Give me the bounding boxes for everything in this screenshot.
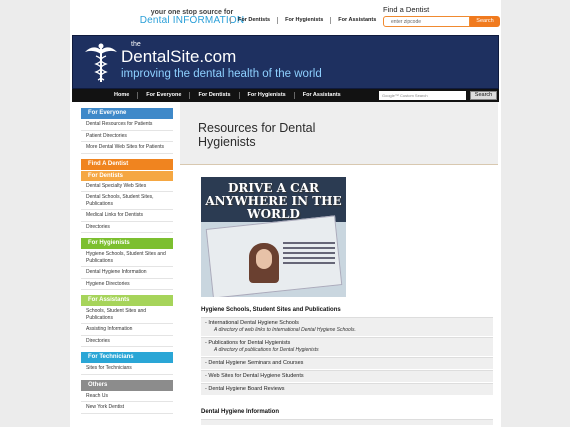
list-item[interactable]: - International Dental Hygiene Schools A… [201,317,493,336]
main-nav: Home For Everyone For Dentists For Hygie… [72,89,499,102]
section-title: Hygiene Schools, Student Sites and Publi… [201,307,341,313]
list-item[interactable] [201,419,493,425]
sidebar-link[interactable]: Dental Specialty Web Sites [81,181,173,192]
page-title: Resources for Dental Hygienists [198,121,316,149]
list-item-label[interactable]: - Web Sites for Dental Hygiene Students [205,373,489,380]
sidebar-link[interactable]: Schools, Student Sites and Publications [81,306,173,324]
sidebar-link[interactable]: Reach Us [81,391,173,402]
sidebar-heading-assistants: For Assistants [81,295,173,306]
nav-for-assistants[interactable]: For Assistants [293,92,349,99]
main-content: Resources for Dental Hygienists DRIVE A … [180,102,498,427]
site-banner: the DentalSite.com improving the dental … [72,35,499,89]
list-item[interactable]: - Dental Hygiene Seminars and Courses [201,357,493,369]
list-item[interactable]: - Web Sites for Dental Hygiene Students [201,370,493,382]
logo-name: DentalSite.com [121,47,237,66]
zipcode-input[interactable]: enter zipcode [383,16,470,27]
find-dentist-title: Find a Dentist [383,5,430,14]
list-item-label[interactable]: - Publications for Dental Hygienists [205,340,489,347]
sidebar-link[interactable]: More Dental Web Sites for Patients [81,142,173,154]
sidebar-link[interactable]: Hygiene Directories [81,279,173,290]
caduceus-icon [85,43,117,82]
ad-headline: DRIVE A CAR ANYWHERE IN THE WORLD [205,181,342,221]
section-title: Dental Hygiene Information [201,409,280,415]
site-search-input[interactable]: Google™ Custom Search [379,91,466,100]
sidebar-heading-everyone: For Everyone [81,108,173,119]
list-item-desc: A directory of publications for Dental H… [214,347,319,353]
logo-subtitle: improving the dental health of the world [121,68,322,80]
top-nav-assistants[interactable]: For Assistants [330,17,383,24]
page-header: Resources for Dental Hygienists [180,102,498,165]
section-hygiene-schools: Hygiene Schools, Student Sites and Publi… [201,307,493,396]
sidebar-link[interactable]: New York Dentist [81,402,173,414]
sidebar-link[interactable]: Dental Resources for Patients [81,119,173,131]
ad-card-text-lines [283,239,335,279]
sidebar-link[interactable]: Medical Links for Dentists [81,210,173,222]
page: your one stop source for Dental INFORMAT… [70,0,501,427]
sidebar-link[interactable]: Directories [81,222,173,233]
list-item-desc: A directory of web links to Internationa… [214,327,356,333]
list-item-label[interactable]: - Dental Hygiene Board Reviews [205,386,489,393]
sidebar-heading-hygienists: For Hygienists [81,238,173,249]
list-item[interactable]: - Publications for Dental Hygienists A d… [201,337,493,356]
sidebar-link[interactable]: Directories [81,336,173,347]
list-item[interactable]: - Dental Hygiene Board Reviews [201,383,493,395]
nav-home[interactable]: Home [106,92,137,99]
sidebar-link[interactable]: Dental Schools, Student Sites, Publicati… [81,192,173,210]
site-search-button[interactable]: Search [470,91,497,100]
top-nav-hygienists[interactable]: For Hygienists [277,17,330,24]
section-hygiene-information: Dental Hygiene Information [201,409,493,426]
sidebar-link[interactable]: Patient Directories [81,131,173,142]
sidebar-heading-dentists: For Dentists [81,169,173,181]
nav-for-dentists[interactable]: For Dentists [189,92,238,99]
list-item-label[interactable]: - Dental Hygiene Seminars and Courses [205,360,489,367]
top-nav: For Dentists For Hygienists For Assistan… [230,17,383,24]
sidebar-link[interactable]: Assisting Information [81,324,173,336]
sidebar-link[interactable]: Sites for Technicians [81,363,173,375]
sidebar-find-dentist[interactable]: Find A Dentist [81,158,173,170]
find-dentist-widget: Find a Dentist enter zipcode Search [383,5,500,27]
find-dentist-search-button[interactable]: Search [470,16,500,27]
sidebar-heading-others: Others [81,379,173,391]
advertisement[interactable]: DRIVE A CAR ANYWHERE IN THE WORLD [201,177,346,297]
sidebar-link[interactable]: Dental Hygiene Information [81,267,173,279]
ad-face [256,249,272,269]
sidebar-link[interactable]: Hygiene Schools, Student Sites and Publi… [81,249,173,267]
sidebar: For Everyone Dental Resources for Patien… [81,108,173,414]
list-item-label[interactable]: - International Dental Hygiene Schools [205,320,489,327]
nav-for-hygienists[interactable]: For Hygienists [238,92,294,99]
sidebar-heading-technicians: For Technicians [81,352,173,363]
top-nav-dentists[interactable]: For Dentists [230,17,277,24]
nav-for-everyone[interactable]: For Everyone [137,92,189,99]
